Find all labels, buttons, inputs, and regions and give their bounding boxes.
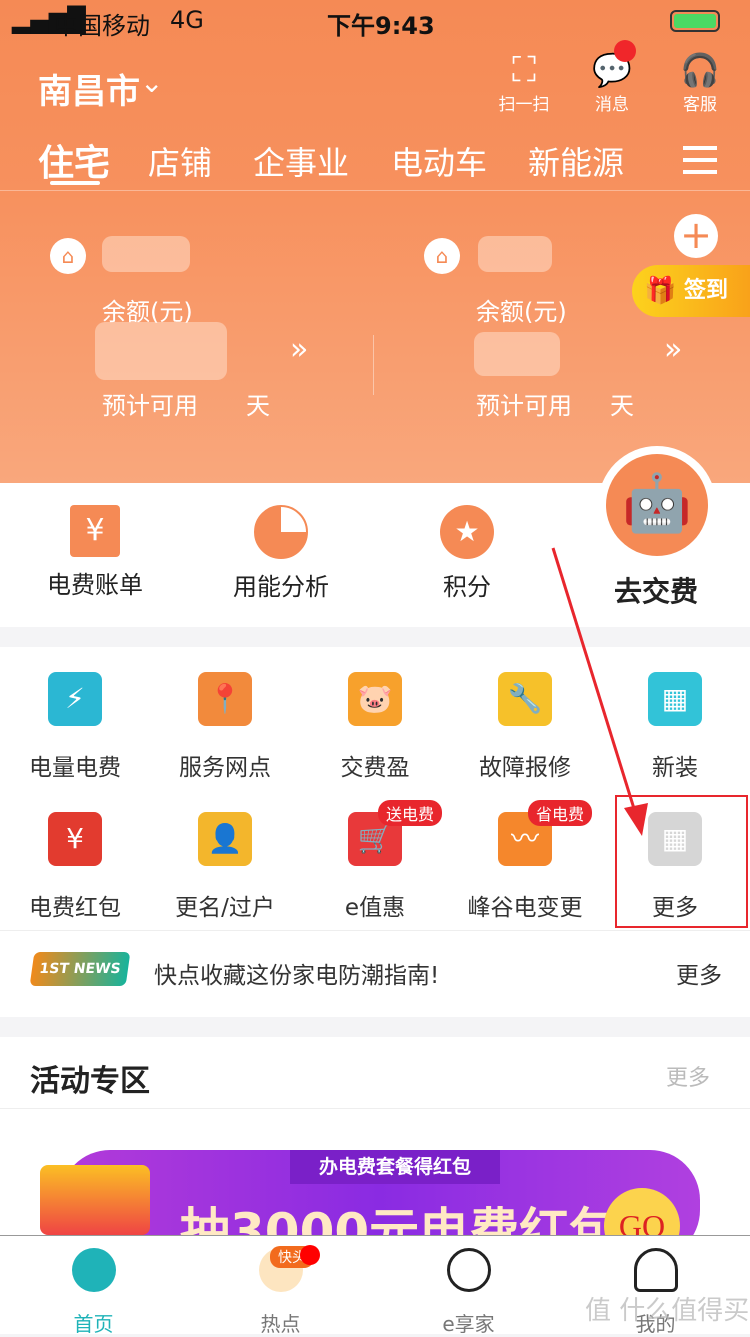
annotation-arrow [551,547,648,836]
arrow-line [551,547,638,816]
arrow-head [624,803,648,836]
